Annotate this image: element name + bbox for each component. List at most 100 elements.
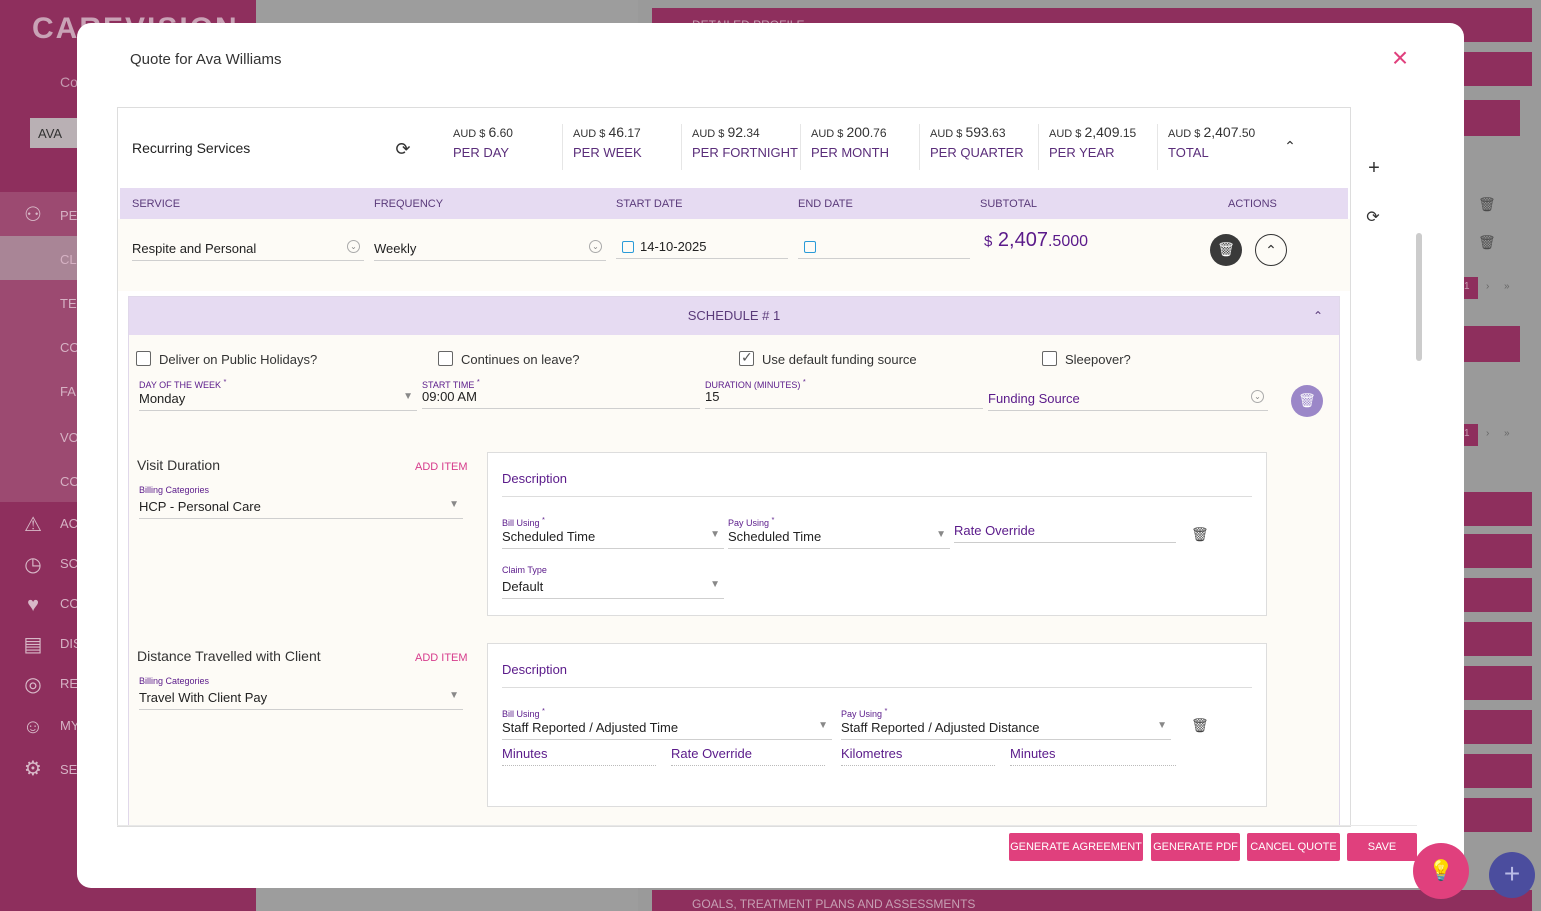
visit-description-input[interactable]: Description (502, 471, 1252, 497)
visit-billing-select[interactable]: HCP - Personal Care ▼ (139, 495, 463, 519)
sidebar-item-te[interactable]: TE (60, 296, 77, 311)
section-bar[interactable] (1464, 326, 1520, 362)
duration-input[interactable]: 15 (705, 385, 983, 409)
pager-current-label: 1 (1464, 281, 1470, 292)
schedule-header[interactable]: SCHEDULE # 1 ⌃ (129, 297, 1339, 335)
distance-minutes-2-input[interactable]: Minutes (1010, 746, 1176, 766)
generate-pdf-button[interactable]: GENERATE PDF (1151, 833, 1240, 861)
quote-modal: Quote for Ava Williams × Recurring Servi… (77, 23, 1464, 888)
add-service-icon[interactable]: + (1365, 157, 1383, 180)
section-bar[interactable] (1464, 710, 1532, 744)
distance-minutes-input[interactable]: Minutes (502, 746, 656, 766)
visit-duration-add-item[interactable]: ADD ITEM (415, 461, 468, 473)
distance-minutes-2-placeholder: Minutes (1010, 746, 1056, 761)
pager-current[interactable]: 1 (1464, 424, 1478, 446)
delete-service-button[interactable]: 🗑 (1210, 234, 1242, 266)
sidebar-item-vo[interactable]: VO (60, 430, 79, 445)
quick-add-button[interactable]: + (1489, 852, 1535, 898)
delete-schedule-button[interactable]: 🗑 (1291, 385, 1323, 417)
visit-rate-override-input[interactable]: Rate Override (954, 519, 1176, 543)
refresh-icon[interactable]: ⟳ (1364, 207, 1382, 227)
frequency-select[interactable]: Weekly ⌄ (374, 237, 606, 261)
public-holidays-label: Deliver on Public Holidays? (159, 352, 318, 367)
trash-icon[interactable]: 🗑 (1478, 234, 1496, 251)
sidebar-item-re[interactable]: RE (60, 676, 78, 691)
stat-currency: AUD $ (930, 128, 963, 140)
trash-icon[interactable]: 🗑 (1478, 196, 1496, 213)
funding-source-select[interactable]: Funding Source ⌄ (988, 387, 1268, 411)
section-bar[interactable] (1464, 492, 1532, 526)
stat-decimal: .17 (624, 126, 641, 140)
start-date-input[interactable]: 14-10-2025 (616, 235, 788, 259)
chevron-down-icon: ⌄ (1251, 390, 1264, 403)
pager-current[interactable]: 1 (1464, 277, 1478, 299)
section-bar[interactable] (1464, 622, 1532, 656)
stat-label: PER FORTNIGHT (692, 145, 798, 160)
refresh-icon[interactable]: ⟳ (392, 138, 414, 160)
pager-next[interactable]: › (1486, 281, 1489, 292)
distance-description-input[interactable]: Description (502, 662, 1252, 688)
sidebar-item-sc[interactable]: SC (60, 556, 78, 571)
sidebar-item-ac[interactable]: AC (60, 516, 78, 531)
stat-currency: AUD $ (811, 128, 844, 140)
trash-icon[interactable]: 🗑 (1191, 718, 1209, 732)
distance-billing-select[interactable]: Travel With Client Pay ▼ (139, 686, 463, 710)
public-holidays-checkbox[interactable] (136, 351, 151, 366)
user-icon: ☺ (22, 716, 44, 738)
visit-bill-using-select[interactable]: Scheduled Time ▼ (502, 525, 724, 549)
section-bar[interactable] (1464, 534, 1532, 568)
save-button[interactable]: SAVE (1347, 833, 1417, 861)
distance-bill-using-value: Staff Reported / Adjusted Time (502, 720, 679, 735)
heart-icon: ♥ (27, 594, 39, 616)
chevron-up-icon: ⌃ (1265, 242, 1277, 258)
visit-rate-override-placeholder: Rate Override (954, 523, 1035, 538)
stat-value: 2,409 (1084, 124, 1120, 140)
visit-pay-using-select[interactable]: Scheduled Time ▼ (728, 525, 950, 549)
section-bar[interactable] (1464, 754, 1532, 788)
tips-button[interactable]: 💡 (1413, 843, 1469, 899)
stat-currency: AUD $ (453, 128, 486, 140)
warning-icon: ⚠ (24, 514, 42, 536)
start-time-input[interactable]: 09:00 AM (422, 385, 700, 409)
chevron-up-icon[interactable]: ⌃ (1313, 297, 1323, 335)
pager-last[interactable]: » (1504, 428, 1510, 439)
service-select[interactable]: Respite and Personal ⌄ (132, 237, 364, 261)
pager-next[interactable]: › (1486, 428, 1489, 439)
cancel-quote-button[interactable]: CANCEL QUOTE (1247, 833, 1340, 861)
caret-down-icon: ▼ (449, 690, 459, 701)
modal-scrollbar[interactable] (1416, 233, 1422, 361)
pager-last[interactable]: » (1504, 281, 1510, 292)
default-funding-checkbox[interactable] (739, 349, 754, 366)
stat-label: PER MONTH (811, 145, 889, 160)
section-bar[interactable] (1464, 798, 1532, 832)
sidebar-item-cl[interactable]: CL (60, 252, 77, 267)
trash-icon[interactable]: 🗑 (1191, 527, 1209, 541)
schedule-icon: ◷ (24, 554, 42, 576)
close-button[interactable]: × (1388, 44, 1412, 72)
visit-duration-title: Visit Duration (137, 457, 221, 473)
end-date-input[interactable] (798, 235, 970, 259)
distance-add-item[interactable]: ADD ITEM (415, 652, 468, 664)
claim-type-select[interactable]: Default ▼ (502, 575, 724, 599)
stat-value: 2,407 (1203, 124, 1239, 140)
service-subtotal: $ 2,407.5000 (984, 229, 1088, 252)
section-bar[interactable] (1464, 578, 1532, 612)
kilometres-input[interactable]: Kilometres (841, 746, 995, 766)
distance-rate-override-input[interactable]: Rate Override (671, 746, 825, 766)
distance-bill-using-select[interactable]: Staff Reported / Adjusted Time ▼ (502, 716, 832, 740)
distance-pay-using-select[interactable]: Staff Reported / Adjusted Distance ▼ (841, 716, 1171, 740)
generate-agreement-button[interactable]: GENERATE AGREEMENT (1009, 833, 1143, 861)
section-bar[interactable] (1464, 100, 1520, 136)
sidebar-item-fa[interactable]: FA (60, 384, 76, 399)
subtotal-integer: 2,407 (997, 229, 1048, 251)
collapse-service-button[interactable]: ⌃ (1255, 234, 1287, 266)
continues-on-leave-checkbox[interactable] (438, 351, 453, 366)
visit-billing-value: HCP - Personal Care (139, 499, 261, 514)
sidebar-item-pe[interactable]: PE (60, 208, 77, 223)
section-bar[interactable] (1464, 666, 1532, 700)
visit-description-placeholder: Description (502, 471, 568, 486)
chevron-up-icon[interactable]: ⌃ (1282, 138, 1298, 154)
sleepover-checkbox[interactable] (1042, 351, 1057, 366)
sidebar-item-se[interactable]: SE (60, 762, 77, 777)
day-of-week-select[interactable]: Monday ▼ (139, 387, 417, 411)
